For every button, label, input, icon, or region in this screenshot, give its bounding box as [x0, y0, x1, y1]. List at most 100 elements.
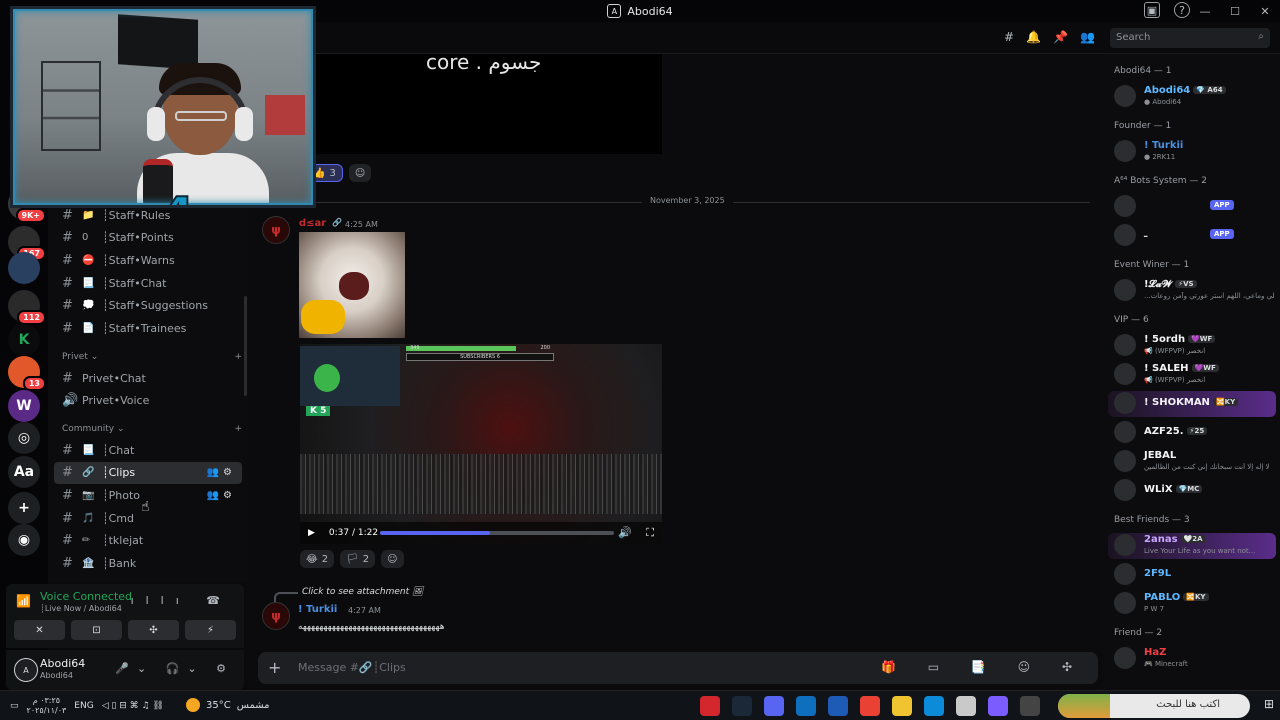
reaction[interactable]: 😂 2 [300, 550, 335, 568]
signal-icon[interactable]: 📶 [16, 594, 31, 608]
app-icon[interactable] [796, 696, 816, 716]
members-icon[interactable]: 👥 [1080, 30, 1095, 44]
reaction[interactable]: 🏳 2 [340, 550, 376, 568]
member-item[interactable]: ! SALEH 💜WF 📢 (WFPVP) انخصر [1108, 362, 1276, 388]
channel-privetvoice[interactable]: 🔊 Privet•Voice [54, 390, 242, 412]
member-item[interactable]: 2anas 🤍2A Live Your Life as you want not..… [1108, 533, 1276, 559]
add-channel-icon[interactable]: + [234, 352, 242, 362]
avatar[interactable]: ψ [262, 602, 290, 630]
avatar[interactable] [1114, 592, 1136, 614]
avatar[interactable] [1114, 85, 1136, 107]
channel-staffchat[interactable]: # 📃 ┊Staff•Chat [54, 272, 242, 294]
avatar[interactable] [1114, 479, 1136, 501]
member-item[interactable]: !𝓛𝓪𝓦 ⚡VS ...وأهلي وماعي، اللهم استر عورتي … [1108, 278, 1276, 304]
channel-privetchat[interactable]: # Privet•Chat [54, 367, 242, 389]
server-wf-icon[interactable]: W [8, 390, 40, 422]
avatar[interactable] [1114, 224, 1136, 246]
message-author[interactable]: ! Turkii [298, 604, 337, 615]
maximize-button[interactable]: ☐ [1220, 5, 1250, 18]
fullscreen-icon[interactable]: ⛶ [646, 526, 654, 540]
pin-icon[interactable]: 📌 [1053, 30, 1068, 44]
avatar[interactable] [1114, 647, 1136, 669]
add-server-icon[interactable]: + [8, 492, 40, 524]
avatar[interactable]: A [14, 658, 38, 682]
avatar[interactable] [1114, 392, 1136, 414]
notification-icon[interactable]: ▭ [10, 701, 19, 711]
member-item[interactable]: PABLO 🔀KY P W 7 [1108, 591, 1276, 617]
add-channel-icon[interactable]: + [234, 424, 242, 434]
avatar[interactable] [1114, 534, 1136, 556]
avatar[interactable] [1114, 363, 1136, 385]
app-icon[interactable] [956, 696, 976, 716]
channel-settings-icon[interactable]: 👥⚙ [207, 490, 236, 501]
channel-clips[interactable]: # 🔗 ┊Clips 👥⚙ [54, 461, 242, 484]
server-112-icon[interactable]: 112 [8, 290, 46, 325]
screen-share-button[interactable]: ⊡ [71, 620, 122, 640]
add-reaction-icon[interactable]: ☺ [381, 550, 404, 568]
steam-icon[interactable] [732, 696, 752, 716]
channel-staffsuggestions[interactable]: # 💭 ┊Staff•Suggestions [54, 295, 242, 317]
cat-image[interactable] [299, 232, 405, 338]
tray-icons[interactable]: ◁ ▯ ⊟ ⌘ ♫ ⛓ [102, 701, 164, 711]
server-13-icon[interactable]: 13 [8, 356, 46, 391]
category-privet[interactable]: Privet ⌄ + [62, 352, 242, 362]
camera-off-button[interactable]: ✕ [14, 620, 65, 640]
reply-preview[interactable]: Click to see attachment 🖼 [274, 587, 423, 602]
chrome-icon[interactable] [860, 696, 880, 716]
channel-bank[interactable]: # 🏦 ┊Bank [54, 553, 242, 575]
folder-icon[interactable] [892, 696, 912, 716]
voice-controls[interactable]: ıllı ☎ [131, 594, 232, 607]
image-attachment[interactable]: core . جسوم [312, 50, 662, 154]
play-icon[interactable]: ▶ [308, 528, 315, 538]
channel-stafftrainees[interactable]: # 📄 ┊Staff•Trainees [54, 318, 242, 340]
member-item[interactable]: ! SHOKMAN 🔀KY [1108, 391, 1276, 417]
avatar[interactable] [1114, 140, 1136, 162]
search-input[interactable]: Search ⌕ [1110, 28, 1270, 48]
avatar[interactable] [1114, 334, 1136, 356]
avatar[interactable] [1114, 279, 1136, 301]
avatar[interactable]: ψ [262, 216, 290, 244]
start-button[interactable]: ⊞ [1264, 697, 1274, 711]
category-community[interactable]: Community ⌄ + [62, 424, 242, 434]
app-icon[interactable] [988, 696, 1008, 716]
member-item[interactable]: AZF25. ⚡25 [1108, 420, 1276, 446]
voice-channel[interactable]: ┊Live Now / Abodi64 [40, 604, 122, 613]
inbox-icon[interactable]: ▣ [1144, 2, 1160, 18]
channel-settings-icon[interactable]: 👥⚙ [207, 467, 236, 478]
server-k-icon[interactable]: K [8, 324, 40, 356]
member-item[interactable]: 2F9L [1108, 562, 1276, 588]
channel-staffwarns[interactable]: # ⛔ ┊Staff•Warns [54, 249, 242, 271]
message-input[interactable]: Message #🔗┊Clips [298, 661, 406, 674]
close-button[interactable]: ✕ [1250, 5, 1280, 18]
clock[interactable]: ٠٣:٢٥ م ٢٠٢٥/١١/٠٣ [27, 696, 67, 716]
server-ring-icon[interactable]: ◎ [8, 422, 40, 454]
seek-bar[interactable] [380, 531, 614, 535]
task-view-icon[interactable] [1020, 696, 1040, 716]
composer-tools[interactable]: 🎁 ▭ 📑 ☺ ✣ [881, 660, 1086, 674]
channel-chat[interactable]: # 📃 ┊Chat [54, 439, 242, 461]
member-item[interactable]: WLiX 💎MC [1108, 478, 1276, 504]
member-item[interactable]: ! 5ordh 💜WF 📢 (WFPVP) انخصر [1108, 333, 1276, 359]
discover-icon[interactable]: ◉ [8, 524, 40, 556]
taskbar-search[interactable]: اكتب هنا للبحث [1058, 694, 1250, 718]
activities-button[interactable]: ✣ [128, 620, 179, 640]
avatar[interactable] [1114, 450, 1136, 472]
avatar[interactable] [1114, 195, 1136, 217]
discord-icon[interactable] [764, 696, 784, 716]
video-player[interactable]: 349 200 SUBSCRIBERS 6 K 5 ▶ 0:37 / 1:22 … [300, 344, 662, 544]
member-item[interactable]: APP [1108, 194, 1276, 220]
server-blue-icon[interactable] [8, 252, 40, 284]
member-item[interactable]: ! Turkii ● 2RK11 [1108, 139, 1276, 165]
soundboard-button[interactable]: ⚡ [185, 620, 236, 640]
channel-staffpoints[interactable]: #0 ┊Staff•Points [54, 227, 242, 249]
message-composer[interactable]: + Message #🔗┊Clips 🎁 ▭ 📑 ☺ ✣ [258, 652, 1098, 684]
app-icon[interactable] [828, 696, 848, 716]
threads-icon[interactable]: # [1004, 30, 1014, 44]
weather-widget[interactable]: 35°C مشمس [186, 698, 270, 712]
member-item[interactable]: ـ APP [1108, 223, 1276, 249]
member-item[interactable]: Abodi64 💎 A64 ● Abodi64 [1108, 84, 1276, 110]
sidebar-scrollbar[interactable] [244, 296, 247, 396]
user-controls[interactable]: 🎤⌄ 🎧⌄ ⚙ [115, 662, 234, 675]
bell-icon[interactable]: 🔔 [1026, 30, 1041, 44]
edge-icon[interactable] [924, 696, 944, 716]
